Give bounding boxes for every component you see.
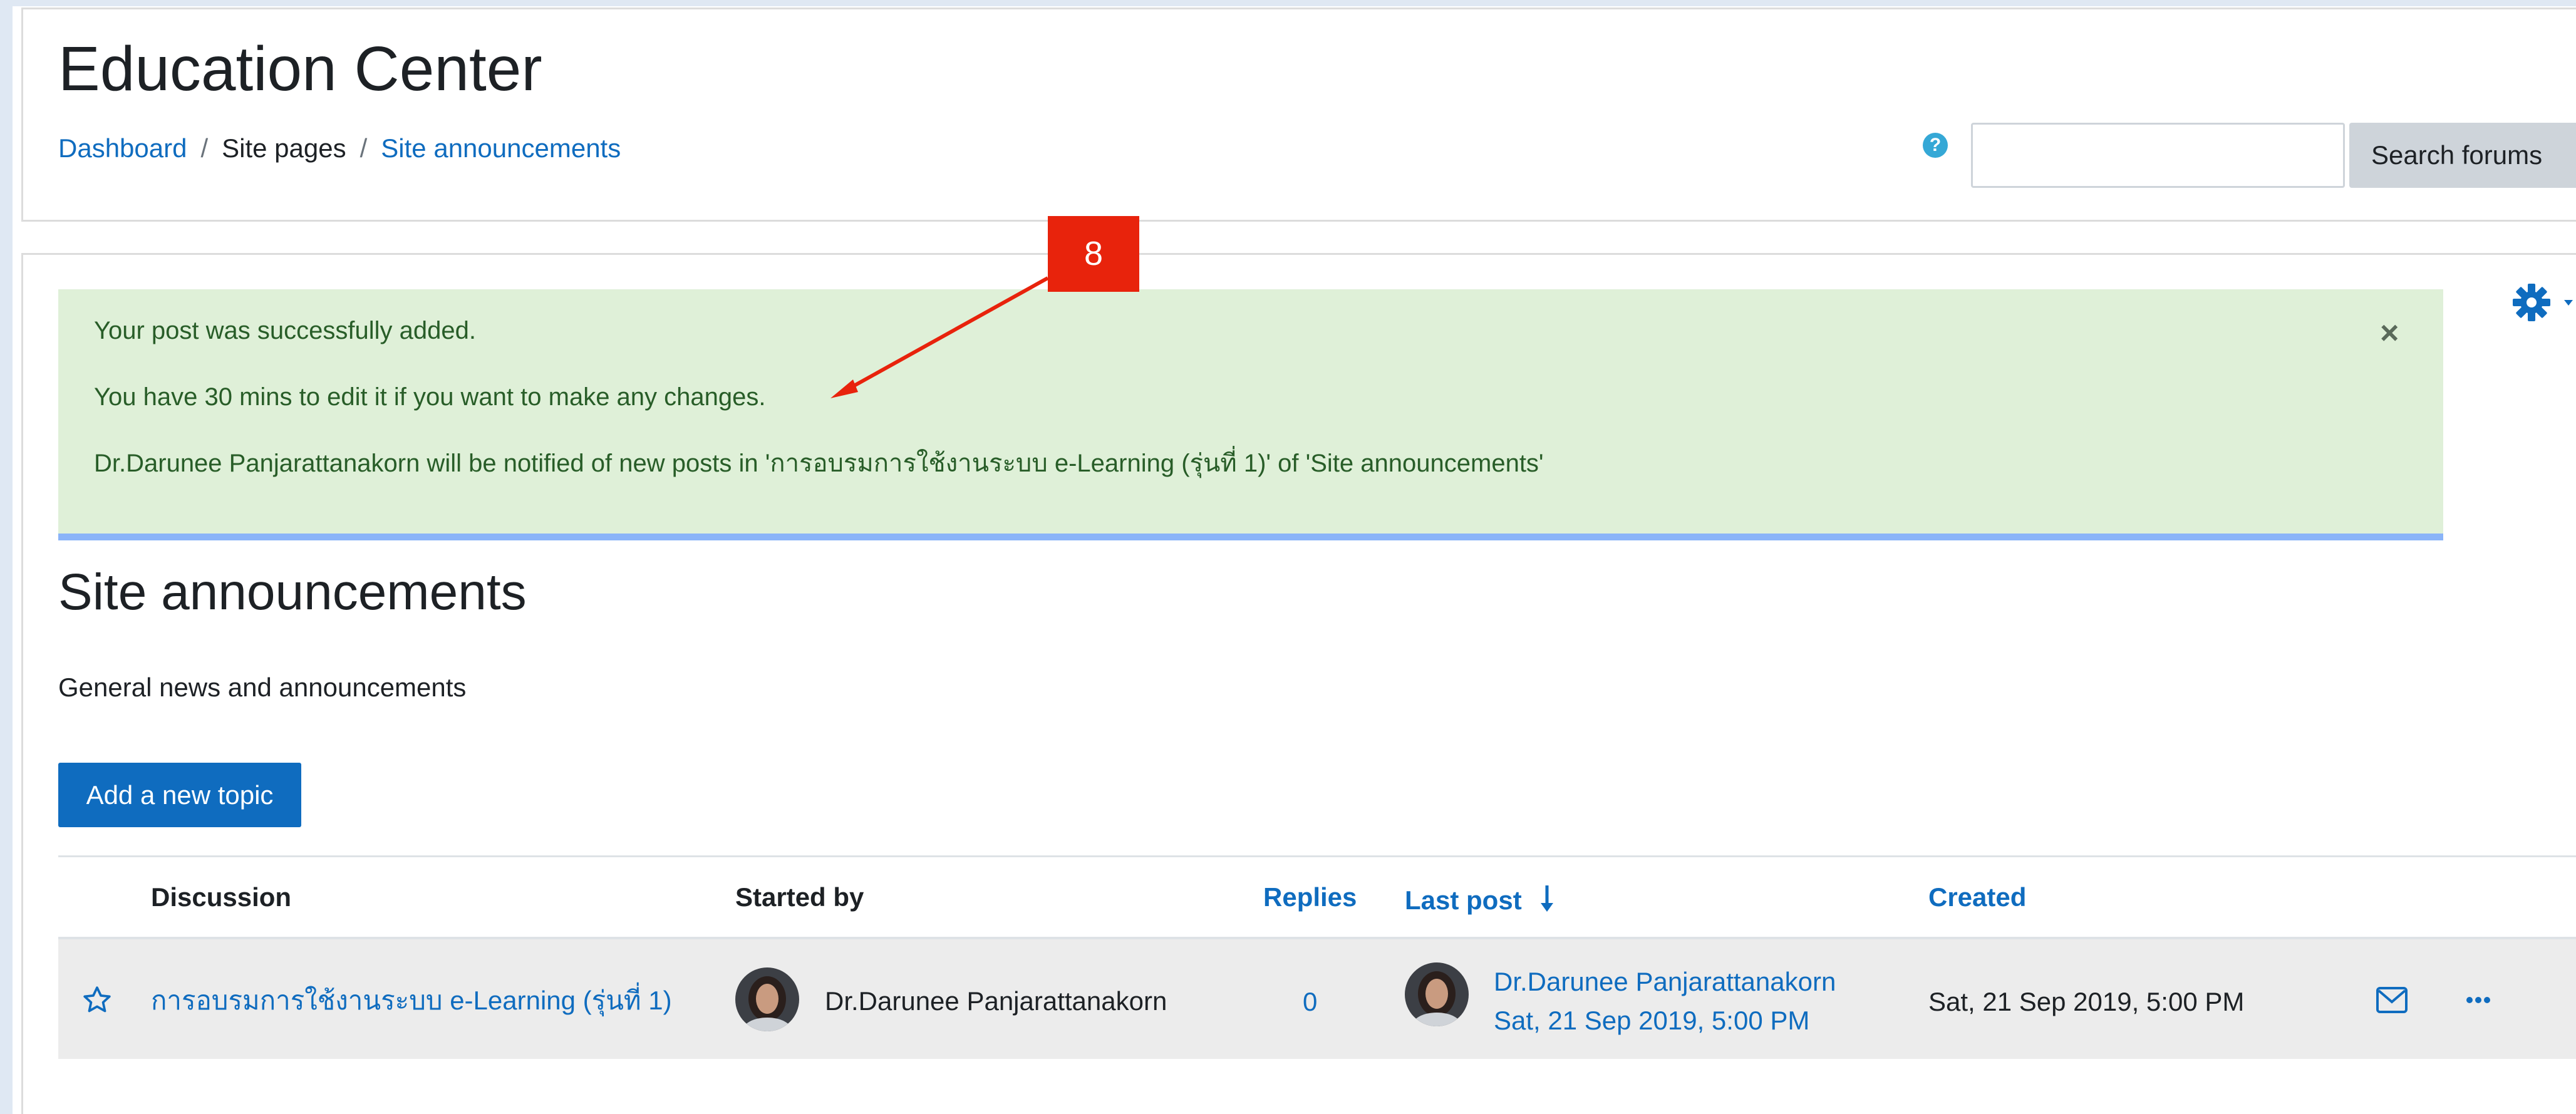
breadcrumb-separator: / — [200, 133, 209, 163]
column-header-created[interactable]: Created — [1928, 884, 2026, 910]
column-header-started-by: Started by — [735, 882, 864, 912]
breadcrumb-dashboard[interactable]: Dashboard — [58, 133, 187, 163]
search-forums-button[interactable]: Search forums — [2349, 123, 2576, 188]
site-title: Education Center — [58, 34, 542, 104]
window-left-strip — [0, 0, 13, 1114]
callout-badge: 8 — [1048, 216, 1139, 292]
column-header-replies[interactable]: Replies — [1263, 884, 1357, 910]
breadcrumb-site-announcements[interactable]: Site announcements — [381, 133, 621, 163]
search-forums-input[interactable] — [1971, 123, 2345, 188]
avatar[interactable] — [1405, 962, 1469, 1026]
column-header-last-post-label: Last post — [1405, 885, 1522, 915]
breadcrumb: Dashboard / Site pages / Site announcements — [58, 135, 621, 162]
breadcrumb-separator: / — [360, 133, 368, 163]
add-new-topic-button[interactable]: Add a new topic — [58, 763, 301, 827]
user-avatar-image — [1405, 962, 1469, 1026]
forum-title: Site announcements — [58, 564, 527, 621]
avatar[interactable] — [735, 967, 799, 1031]
user-avatar-image — [735, 967, 799, 1031]
column-header-discussion: Discussion — [151, 882, 292, 912]
created-date: Sat, 21 Sep 2019, 5:00 PM — [1928, 987, 2245, 1016]
question-circle-icon[interactable]: ? — [1923, 133, 1948, 158]
window-top-strip — [0, 0, 2576, 6]
star-icon[interactable] — [81, 984, 113, 1016]
close-icon[interactable]: × — [2380, 317, 2399, 349]
alert-message-line: You have 30 mins to edit it if you want … — [94, 383, 766, 411]
caret-down-icon — [2564, 300, 2573, 306]
replies-count-link[interactable]: 0 — [1303, 989, 1317, 1015]
forum-description: General news and announcements — [58, 673, 467, 702]
envelope-icon[interactable] — [2376, 986, 2408, 1014]
gear-icon — [2513, 284, 2573, 321]
discussion-title-link[interactable]: การอบรมการใช้งานระบบ e-Learning (รุ่นที่… — [151, 988, 672, 1014]
alert-message-line: Dr.Darunee Panjarattanakorn will be noti… — [94, 450, 1544, 477]
breadcrumb-site-pages: Site pages — [222, 133, 346, 163]
table-top-border — [58, 855, 2576, 857]
column-header-last-post[interactable]: Last post — [1405, 884, 1556, 914]
sort-descending-icon — [1541, 885, 1554, 912]
settings-menu-toggle[interactable] — [2513, 281, 2576, 324]
last-post-author-link[interactable]: Dr.Darunee Panjarattanakorn — [1494, 969, 1836, 995]
started-by-name: Dr.Darunee Panjarattanakorn — [825, 986, 1167, 1016]
last-post-date-link[interactable]: Sat, 21 Sep 2019, 5:00 PM — [1494, 1008, 1809, 1034]
alert-message-line: Your post was successfully added. — [94, 317, 476, 344]
page: Education Center Dashboard / Site pages / Si… — [0, 0, 2576, 1114]
more-options-icon[interactable] — [2466, 994, 2491, 1006]
alert-bottom-border — [58, 534, 2443, 540]
